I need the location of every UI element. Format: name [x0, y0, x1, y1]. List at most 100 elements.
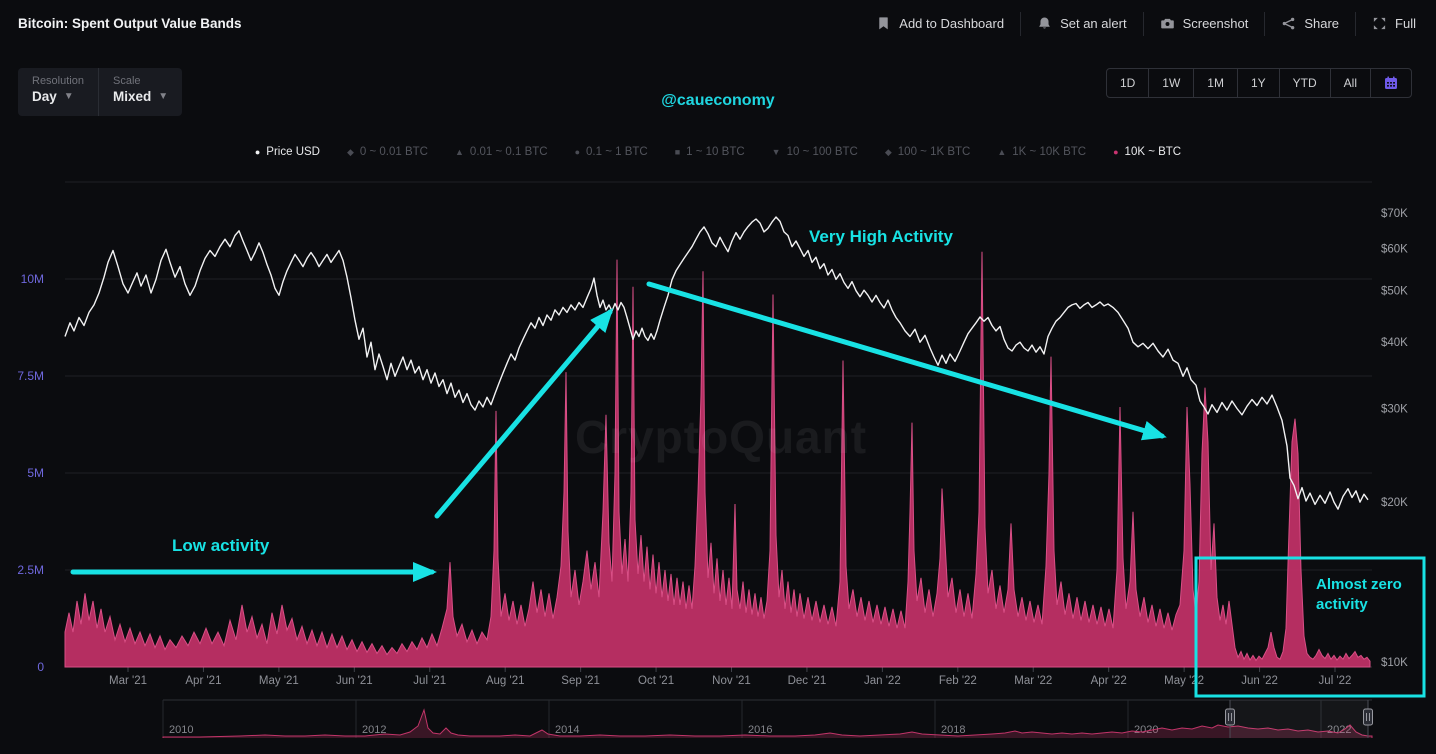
- legend-item[interactable]: ▼ 10 ~ 100 BTC: [772, 146, 858, 158]
- x-tick-label: May '22: [1164, 675, 1204, 687]
- left-axis-tick: 0: [37, 660, 44, 674]
- x-tick-label: Apr '22: [1091, 675, 1127, 687]
- time-range-selector: 1D1W1M1YYTDAll: [1106, 68, 1412, 98]
- x-tick-label: May '21: [259, 675, 299, 687]
- author-handle: @caueconomy: [661, 92, 774, 110]
- action-full[interactable]: Full: [1355, 12, 1432, 36]
- right-axis-tick: $50K: [1381, 286, 1408, 298]
- circle-marker-icon: ●: [575, 147, 580, 157]
- right-axis-tick: $70K: [1381, 208, 1408, 220]
- resolution-scale-box: Resolution Day ▼ Scale Mixed ▼: [18, 68, 182, 116]
- annotation-low-activity: Low activity: [172, 536, 269, 556]
- legend-item[interactable]: ■ 1 ~ 10 BTC: [675, 146, 745, 158]
- x-tick-label: Jun '21: [336, 675, 373, 687]
- resolution-label: Resolution: [32, 75, 84, 87]
- range-all[interactable]: All: [1330, 69, 1370, 97]
- calendar-button[interactable]: [1370, 69, 1411, 97]
- navigator-selected-range[interactable]: [1230, 700, 1368, 738]
- range-1w[interactable]: 1W: [1148, 69, 1193, 97]
- square-marker-icon: ■: [675, 147, 680, 157]
- navigator-year-label: 2014: [555, 724, 579, 736]
- resolution-value: Day: [32, 89, 57, 104]
- navigator-handle[interactable]: [1364, 709, 1373, 725]
- left-axis-tick: 7.5M: [17, 369, 44, 383]
- scale-value: Mixed: [113, 89, 151, 104]
- x-tick-label: Jul '21: [413, 675, 446, 687]
- x-tick-label: Aug '21: [486, 675, 525, 687]
- top-bar: Bitcoin: Spent Output Value Bands Add to…: [0, 0, 1436, 47]
- left-axis-tick: 5M: [27, 466, 44, 480]
- navigator-year-label: 2010: [169, 724, 193, 736]
- right-axis-tick: $60K: [1381, 244, 1408, 256]
- legend-label: 0.01 ~ 0.1 BTC: [470, 146, 548, 158]
- legend-label: 100 ~ 1K BTC: [898, 146, 971, 158]
- circle-marker-icon: ●: [1113, 147, 1118, 157]
- bell-icon: [1037, 16, 1052, 31]
- calendar-icon: [1383, 75, 1399, 91]
- right-axis-tick: $10K: [1381, 657, 1408, 669]
- expand-icon: [1372, 16, 1387, 31]
- right-axis-tick: $30K: [1381, 404, 1408, 416]
- action-add-to-dashboard[interactable]: Add to Dashboard: [860, 12, 1020, 36]
- navigator-year-label: 2018: [941, 724, 965, 736]
- triangle-down-marker-icon: ▼: [772, 147, 781, 157]
- legend-label: 1K ~ 10K BTC: [1012, 146, 1086, 158]
- price-usd-line: [65, 217, 1368, 509]
- page-title: Bitcoin: Spent Output Value Bands: [0, 16, 242, 31]
- action-screenshot[interactable]: Screenshot: [1143, 12, 1265, 36]
- legend-label: 1 ~ 10 BTC: [686, 146, 745, 158]
- x-tick-label: Jan '22: [864, 675, 901, 687]
- chevron-down-icon: ▼: [158, 91, 168, 102]
- legend-label: 10K ~ BTC: [1125, 146, 1182, 158]
- right-axis-tick: $40K: [1381, 337, 1408, 349]
- scale-dropdown[interactable]: Scale Mixed ▼: [98, 68, 182, 116]
- annotation-almost-zero-activity: Almost zero activity: [1316, 575, 1426, 614]
- x-tick-label: Sep '21: [561, 675, 600, 687]
- right-axis-tick: $20K: [1381, 497, 1408, 509]
- annotation-very-high-activity: Very High Activity: [809, 227, 953, 247]
- legend-item[interactable]: ◆ 0 ~ 0.01 BTC: [347, 146, 428, 158]
- header-actions: Add to DashboardSet an alertScreenshotSh…: [860, 0, 1432, 47]
- left-axis-tick: 2.5M: [17, 563, 44, 577]
- range-1m[interactable]: 1M: [1193, 69, 1237, 97]
- range-1d[interactable]: 1D: [1107, 69, 1148, 97]
- scale-label: Scale: [113, 75, 168, 87]
- legend-label: 0 ~ 0.01 BTC: [360, 146, 428, 158]
- legend-item[interactable]: ● 10K ~ BTC: [1113, 146, 1181, 158]
- share-icon: [1281, 16, 1296, 31]
- range-1y[interactable]: 1Y: [1237, 69, 1279, 97]
- diamond-marker-icon: ◆: [347, 147, 354, 158]
- legend-item[interactable]: ▲ 0.01 ~ 0.1 BTC: [455, 146, 548, 158]
- x-tick-label: Mar '22: [1014, 675, 1052, 687]
- legend-item[interactable]: ● 0.1 ~ 1 BTC: [575, 146, 648, 158]
- range-ytd[interactable]: YTD: [1279, 69, 1330, 97]
- triangle-up-marker-icon: ▲: [455, 147, 464, 157]
- x-tick-label: Oct '21: [638, 675, 674, 687]
- navigator-handle[interactable]: [1226, 709, 1235, 725]
- legend-label: 10 ~ 100 BTC: [787, 146, 858, 158]
- legend-item[interactable]: ◆ 100 ~ 1K BTC: [885, 146, 970, 158]
- legend-item[interactable]: ▲ 1K ~ 10K BTC: [997, 146, 1086, 158]
- action-set-an-alert[interactable]: Set an alert: [1020, 12, 1143, 36]
- legend-item[interactable]: ● Price USD: [255, 146, 320, 158]
- x-tick-label: Jul '22: [1319, 675, 1352, 687]
- spent-output-value-chart: 0 2.5M 5M 7.5M 10M $70K $60K $50K $40K $30K $20K $1…: [0, 0, 1436, 754]
- diamond-marker-icon: ◆: [885, 147, 892, 158]
- x-tick-label: Nov '21: [712, 675, 751, 687]
- navigator-year-label: 2016: [748, 724, 772, 736]
- x-tick-label: Feb '22: [939, 675, 977, 687]
- left-axis-tick: 10M: [21, 272, 44, 286]
- bookmark-icon: [876, 16, 891, 31]
- camera-icon: [1160, 16, 1175, 31]
- action-share[interactable]: Share: [1264, 12, 1355, 36]
- resolution-dropdown[interactable]: Resolution Day ▼: [18, 68, 98, 116]
- circle-marker-icon: ●: [255, 147, 260, 157]
- x-tick-label: Mar '21: [109, 675, 147, 687]
- series-legend: ● Price USD ◆ 0 ~ 0.01 BTC ▲ 0.01 ~ 0.1 BTC ● 0…: [0, 146, 1436, 158]
- legend-label: 0.1 ~ 1 BTC: [586, 146, 648, 158]
- x-tick-label: Jun '22: [1241, 675, 1278, 687]
- triangle-up-marker-icon: ▲: [997, 147, 1006, 157]
- x-tick-label: Dec '21: [788, 675, 827, 687]
- legend-label: Price USD: [266, 146, 320, 158]
- chevron-down-icon: ▼: [64, 91, 74, 102]
